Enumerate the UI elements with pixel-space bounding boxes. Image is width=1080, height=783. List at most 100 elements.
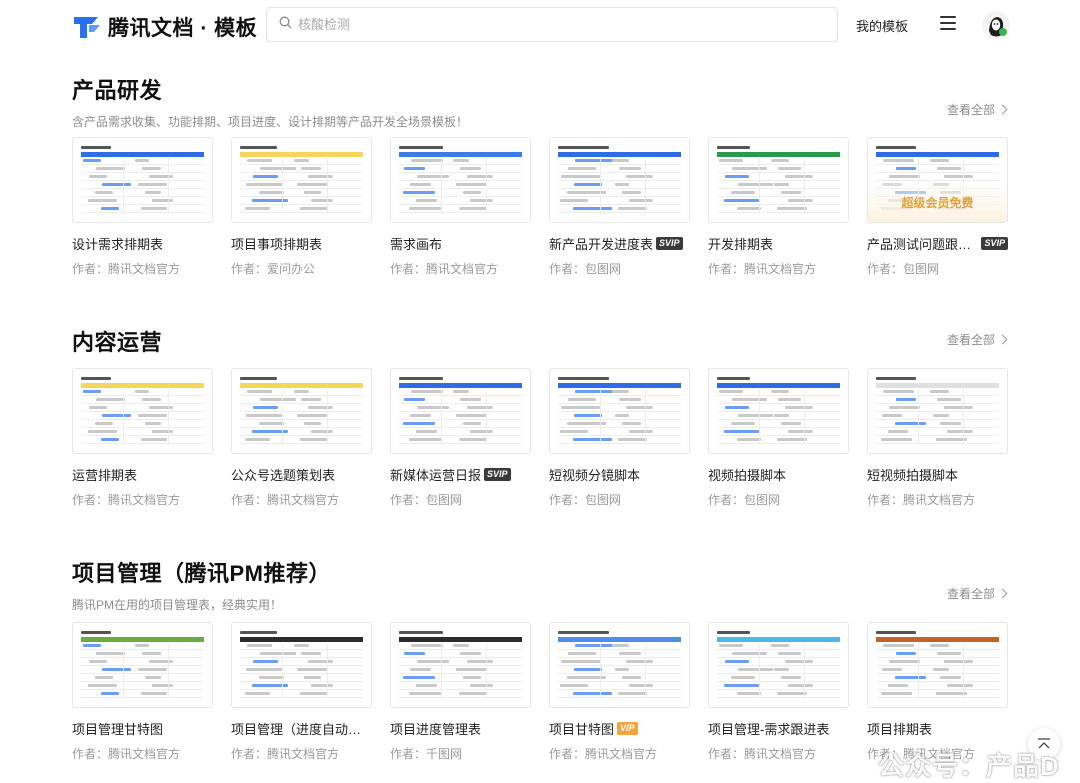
author-name: 包图网: [744, 493, 781, 507]
card-title[interactable]: 新产品开发进度表 SVIP: [549, 234, 690, 253]
card-title-text: 新媒体运营日报: [390, 468, 482, 483]
card-title[interactable]: 项目甘特图 VIP: [549, 719, 690, 738]
card-author: 作者：包图网: [867, 260, 1008, 277]
template-thumbnail[interactable]: [231, 368, 372, 454]
template-card[interactable]: 项目管理（进度自动更新） 作者：腾讯文档官方: [231, 622, 372, 762]
template-card[interactable]: 项目进度管理表 作者：千图网: [390, 622, 531, 762]
card-title[interactable]: 运营排期表: [72, 465, 213, 484]
template-card[interactable]: 短视频拍摄脚本作者：腾讯文档官方: [867, 368, 1008, 508]
card-author: 作者：腾讯文档官方: [708, 745, 849, 762]
author-name: 腾讯文档官方: [108, 493, 181, 507]
template-card[interactable]: 项目排期表 作者：腾讯文档官方: [867, 622, 1008, 762]
template-card[interactable]: 短视频分镜脚本作者：包图网: [549, 368, 690, 508]
view-all-link[interactable]: 查看全部: [946, 585, 1008, 602]
card-author: 作者：腾讯文档官方: [231, 745, 372, 762]
template-thumbnail[interactable]: [72, 137, 213, 223]
template-thumbnail[interactable]: [867, 368, 1008, 454]
template-thumbnail[interactable]: [708, 137, 849, 223]
author-prefix: 作者：: [231, 747, 268, 761]
author-prefix: 作者：: [867, 262, 904, 276]
author-name: 腾讯文档官方: [267, 493, 340, 507]
search-box[interactable]: [266, 7, 838, 42]
template-thumbnail[interactable]: [708, 622, 849, 708]
template-thumbnail[interactable]: [390, 137, 531, 223]
author-prefix: 作者：: [231, 262, 268, 276]
card-title[interactable]: 公众号选题策划表: [231, 465, 372, 484]
template-thumbnail[interactable]: [390, 622, 531, 708]
search-input[interactable]: [298, 17, 798, 32]
vip-badge: VIP: [617, 722, 638, 735]
template-thumbnail[interactable]: [549, 368, 690, 454]
view-all-link[interactable]: 查看全部: [947, 331, 1008, 348]
card-title[interactable]: 需求画布: [390, 234, 531, 253]
template-card[interactable]: 项目管理-需求跟进表 作者：腾讯文档官方: [708, 622, 849, 762]
card-title[interactable]: 项目进度管理表: [390, 719, 531, 738]
chevron-right-icon: [997, 104, 1008, 115]
template-card[interactable]: 超级会员免费产品测试问题跟踪记录表SVIP 作者：包图网: [867, 137, 1008, 277]
card-title[interactable]: 项目管理甘特图: [72, 719, 213, 738]
author-name: 包图网: [585, 262, 622, 276]
avatar[interactable]: [982, 11, 1010, 39]
author-name: 包图网: [585, 493, 622, 507]
template-card[interactable]: 视频拍摄脚本 作者：包图网: [708, 368, 849, 508]
template-card[interactable]: 新媒体运营日报 SVIP 作者：包图网: [390, 368, 531, 508]
template-thumbnail[interactable]: [708, 368, 849, 454]
card-title[interactable]: 短视频分镜脚本: [549, 465, 690, 484]
author-prefix: 作者：: [72, 493, 109, 507]
template-thumbnail[interactable]: [72, 368, 213, 454]
template-thumbnail[interactable]: [390, 368, 531, 454]
template-card[interactable]: 公众号选题策划表作者：腾讯文档官方: [231, 368, 372, 508]
template-thumbnail[interactable]: [867, 622, 1008, 708]
author-name: 腾讯文档官方: [426, 262, 499, 276]
top-header: 腾讯文档 · 模板 我的模板: [0, 0, 1080, 52]
author-prefix: 作者：: [72, 262, 109, 276]
template-card[interactable]: 运营排期表作者：腾讯文档官方: [72, 368, 213, 508]
template-card[interactable]: 设计需求排期表作者：腾讯文档官方: [72, 137, 213, 277]
member-free-overlay: 超级会员免费: [868, 182, 1007, 222]
template-thumbnail[interactable]: [549, 137, 690, 223]
author-name: 腾讯文档官方: [108, 262, 181, 276]
card-author: 作者：腾讯文档官方: [390, 260, 531, 277]
author-name: 腾讯文档官方: [903, 493, 976, 507]
author-prefix: 作者：: [867, 493, 904, 507]
template-thumbnail[interactable]: [72, 622, 213, 708]
template-card[interactable]: 开发排期表作者：腾讯文档官方: [708, 137, 849, 277]
card-author: 作者：腾讯文档官方: [72, 491, 213, 508]
author-prefix: 作者：: [549, 493, 586, 507]
template-thumbnail[interactable]: [549, 622, 690, 708]
view-all-link[interactable]: 查看全部: [947, 101, 1008, 118]
card-title[interactable]: 产品测试问题跟踪记录表SVIP: [867, 234, 1008, 253]
template-thumbnail[interactable]: [231, 137, 372, 223]
card-author: 作者：腾讯文档官方: [708, 260, 849, 277]
chevron-right-icon: [997, 588, 1008, 599]
hamburger-menu-icon[interactable]: [940, 16, 956, 32]
card-title[interactable]: 开发排期表: [708, 234, 849, 253]
card-title[interactable]: 短视频拍摄脚本: [867, 465, 1008, 484]
card-title[interactable]: 设计需求排期表: [72, 234, 213, 253]
author-prefix: 作者：: [390, 747, 427, 761]
card-title[interactable]: 项目事项排期表: [231, 234, 372, 253]
card-title-text: 视频拍摄脚本: [708, 468, 787, 483]
card-title[interactable]: 项目管理-需求跟进表: [708, 719, 849, 738]
card-author: 作者：腾讯文档官方: [231, 491, 372, 508]
section-title: 产品研发: [72, 78, 163, 103]
logo[interactable]: 腾讯文档 · 模板: [72, 12, 257, 42]
card-title[interactable]: 项目管理（进度自动更新）: [231, 719, 372, 738]
card-title-text: 项目管理（进度自动更新）: [231, 722, 372, 737]
search-icon: [279, 16, 292, 34]
card-title[interactable]: 新媒体运营日报 SVIP: [390, 465, 531, 484]
template-card[interactable]: 新产品开发进度表 SVIP 作者：包图网: [549, 137, 690, 277]
template-card[interactable]: 需求画布作者：腾讯文档官方: [390, 137, 531, 277]
template-card[interactable]: 项目管理甘特图 作者：腾讯文档官方: [72, 622, 213, 762]
my-templates-link[interactable]: 我的模板: [856, 16, 908, 35]
card-title[interactable]: 视频拍摄脚本: [708, 465, 849, 484]
template-card[interactable]: 项目甘特图 VIP 作者：腾讯文档官方: [549, 622, 690, 762]
view-all-label: 查看全部: [946, 587, 995, 601]
template-card[interactable]: 项目事项排期表 作者：爱问办公: [231, 137, 372, 277]
card-author: 作者：包图网: [549, 260, 690, 277]
template-thumbnail[interactable]: [231, 622, 372, 708]
section-project-mgmt: 项目管理（腾讯PM推荐） 腾讯PM在用的项目管理表，经典实用！ 查看全部 项目管…: [72, 556, 1008, 766]
card-title-text: 公众号选题策划表: [231, 468, 336, 483]
template-thumbnail[interactable]: 超级会员免费: [867, 137, 1008, 223]
card-title[interactable]: 项目排期表: [867, 719, 1008, 738]
